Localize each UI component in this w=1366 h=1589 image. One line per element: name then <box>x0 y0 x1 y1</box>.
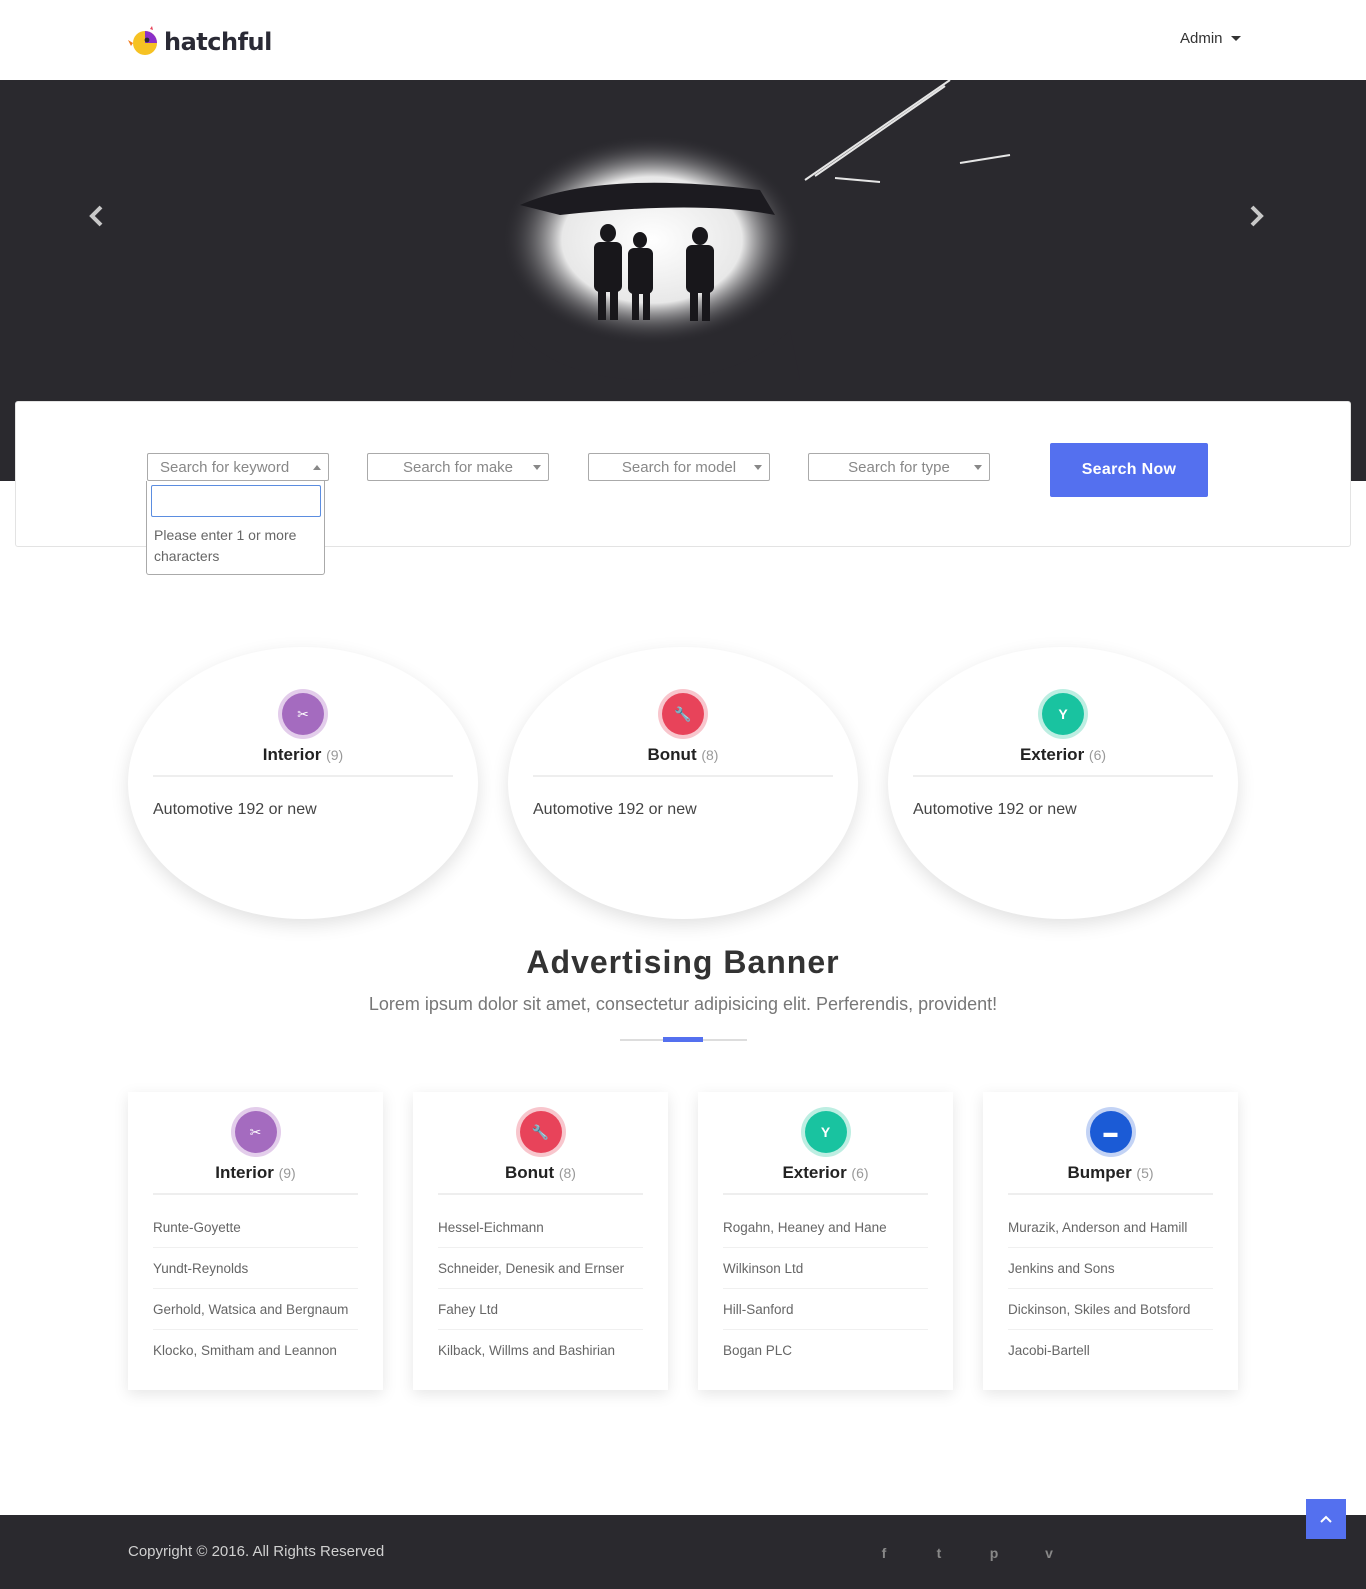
category-count: (5) <box>1136 1165 1154 1181</box>
cocktail-icon: Y <box>1042 693 1084 735</box>
featured-count: (8) <box>701 747 719 763</box>
category-count: (6) <box>851 1165 869 1181</box>
banner-divider-accent <box>663 1037 703 1042</box>
list-item[interactable]: Yundt-Reynolds <box>153 1248 358 1289</box>
back-to-top-button[interactable] <box>1306 1499 1346 1539</box>
category-card-bonut: 🔧 Bonut (8) Hessel-Eichmann Schneider, D… <box>413 1092 668 1390</box>
admin-dropdown[interactable]: Admin <box>1180 30 1241 47</box>
category-title[interactable]: Bumper <box>1067 1163 1131 1182</box>
list-item[interactable]: Hessel-Eichmann <box>438 1207 643 1248</box>
site-footer: Copyright © 2016. All Rights Reserved f … <box>0 1515 1366 1589</box>
list-item[interactable]: Hill-Sanford <box>723 1289 928 1330</box>
pinterest-icon[interactable]: p <box>984 1545 1004 1561</box>
scissors-icon: ✂ <box>282 693 324 735</box>
twitter-icon[interactable]: t <box>929 1545 949 1561</box>
divider <box>153 1193 358 1195</box>
admin-label: Admin <box>1180 30 1223 47</box>
featured-description: Automotive 192 or new <box>913 801 1077 818</box>
list-item[interactable]: Bogan PLC <box>723 1330 928 1370</box>
category-count: (8) <box>558 1165 576 1181</box>
brand-logo[interactable]: hatchful <box>128 26 272 58</box>
list-item[interactable]: Gerhold, Watsica and Bergnaum <box>153 1289 358 1330</box>
type-select[interactable]: Search for type <box>808 453 990 481</box>
scissors-icon: ✂ <box>234 1111 277 1153</box>
chevron-right-icon <box>1250 205 1264 227</box>
bed-icon: ▬ <box>1089 1111 1132 1153</box>
featured-description: Automotive 192 or new <box>533 801 697 818</box>
list-item[interactable]: Jacobi-Bartell <box>1008 1330 1213 1370</box>
featured-card-bonut[interactable]: 🔧 Bonut (8) Automotive 192 or new <box>508 647 858 919</box>
category-title[interactable]: Exterior <box>782 1163 846 1182</box>
carousel-prev-button[interactable] <box>87 205 117 235</box>
make-placeholder: Search for make <box>402 459 514 476</box>
chevron-left-icon <box>89 205 103 227</box>
category-title[interactable]: Bonut <box>505 1163 554 1182</box>
divider <box>438 1193 643 1195</box>
wrench-icon: 🔧 <box>662 693 704 735</box>
list-item[interactable]: Kilback, Willms and Bashirian <box>438 1330 643 1370</box>
list-item[interactable]: Jenkins and Sons <box>1008 1248 1213 1289</box>
brand-name: hatchful <box>164 28 272 56</box>
caret-down-icon <box>533 465 541 470</box>
category-card-exterior: Y Exterior (6) Rogahn, Heaney and Hane W… <box>698 1092 953 1390</box>
chick-logo-icon <box>128 26 157 55</box>
category-list: Hessel-Eichmann Schneider, Denesik and E… <box>438 1207 643 1370</box>
category-list: Rogahn, Heaney and Hane Wilkinson Ltd Hi… <box>723 1207 928 1370</box>
caret-down-icon <box>1230 36 1241 41</box>
keyword-placeholder: Search for keyword <box>160 459 290 476</box>
model-placeholder: Search for model <box>621 459 737 476</box>
list-item[interactable]: Wilkinson Ltd <box>723 1248 928 1289</box>
caret-down-icon <box>754 465 762 470</box>
featured-card-interior[interactable]: ✂ Interior (9) Automotive 192 or new <box>128 647 478 919</box>
site-header: hatchful Admin <box>0 0 1366 80</box>
list-item[interactable]: Rogahn, Heaney and Hane <box>723 1207 928 1248</box>
model-select[interactable]: Search for model <box>588 453 770 481</box>
divider <box>723 1193 928 1195</box>
featured-card-exterior[interactable]: Y Exterior (6) Automotive 192 or new <box>888 647 1238 919</box>
facebook-icon[interactable]: f <box>874 1545 894 1561</box>
type-placeholder: Search for type <box>848 459 950 476</box>
list-item[interactable]: Schneider, Denesik and Ernser <box>438 1248 643 1289</box>
list-item[interactable]: Runte-Goyette <box>153 1207 358 1248</box>
wrench-icon: 🔧 <box>519 1111 562 1153</box>
category-card-interior: ✂ Interior (9) Runte-Goyette Yundt-Reyno… <box>128 1092 383 1390</box>
featured-description: Automotive 192 or new <box>153 801 317 818</box>
list-item[interactable]: Dickinson, Skiles and Botsford <box>1008 1289 1213 1330</box>
category-title[interactable]: Interior <box>215 1163 274 1182</box>
list-item[interactable]: Fahey Ltd <box>438 1289 643 1330</box>
featured-title: Exterior <box>1019 745 1085 764</box>
banner-subtitle: Lorem ipsum dolor sit amet, consectetur … <box>368 994 998 1014</box>
keyword-select[interactable]: Search for keyword <box>147 453 329 481</box>
keyword-search-input[interactable] <box>151 485 321 517</box>
list-item[interactable]: Klocko, Smitham and Leannon <box>153 1330 358 1370</box>
make-select[interactable]: Search for make <box>367 453 549 481</box>
vimeo-icon[interactable]: v <box>1039 1545 1059 1561</box>
copyright-text: Copyright © 2016. All Rights Reserved <box>128 1543 385 1560</box>
divider <box>153 775 453 777</box>
category-list: Murazik, Anderson and Hamill Jenkins and… <box>1008 1207 1213 1370</box>
list-item[interactable]: Murazik, Anderson and Hamill <box>1008 1207 1213 1248</box>
cocktail-icon: Y <box>804 1111 847 1153</box>
category-card-bumper: ▬ Bumper (5) Murazik, Anderson and Hamil… <box>983 1092 1238 1390</box>
caret-up-icon <box>313 465 321 470</box>
chevron-up-icon <box>1320 1515 1332 1523</box>
category-list: Runte-Goyette Yundt-Reynolds Gerhold, Wa… <box>153 1207 358 1370</box>
featured-title: Interior <box>262 745 322 764</box>
featured-title: Bonut <box>647 745 697 764</box>
featured-count: (6) <box>1088 747 1107 763</box>
dropdown-message: Please enter 1 or more characters <box>154 527 297 564</box>
divider <box>1008 1193 1213 1195</box>
carousel-next-button[interactable] <box>1248 205 1278 235</box>
search-now-button[interactable]: Search Now <box>1050 443 1208 497</box>
divider <box>913 775 1213 777</box>
category-count: (9) <box>278 1165 296 1181</box>
keyword-dropdown: Please enter 1 or more characters <box>146 481 325 575</box>
caret-down-icon <box>974 465 982 470</box>
divider <box>533 775 833 777</box>
featured-count: (9) <box>326 747 344 763</box>
banner-title: Advertising Banner <box>526 944 840 980</box>
banner-divider <box>620 1037 747 1042</box>
